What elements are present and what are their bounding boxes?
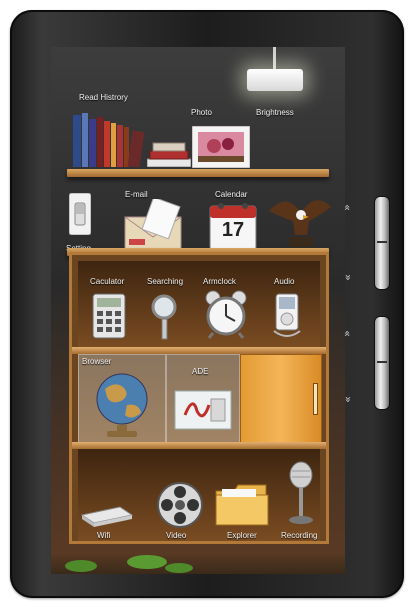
calculator-label[interactable]: Caculator — [90, 277, 124, 287]
recording-label[interactable]: Recording — [281, 531, 317, 541]
page-down-indicator: « — [340, 274, 354, 281]
photo-frame-icon[interactable] — [192, 126, 250, 168]
microphone-icon[interactable] — [286, 461, 316, 525]
page-rocker-upper[interactable] — [374, 196, 390, 290]
searching-label[interactable]: Searching — [147, 277, 183, 287]
next-indicator: « — [340, 396, 354, 403]
video-label[interactable]: Video — [166, 531, 186, 541]
router-icon[interactable] — [80, 505, 134, 527]
explorer-label[interactable]: Explorer — [227, 531, 257, 541]
pdf-icon — [174, 390, 232, 430]
alarm-label[interactable]: Armclock — [203, 277, 236, 287]
cabinet-door — [240, 354, 322, 444]
page-up-indicator: « — [340, 204, 354, 211]
magnifier-icon[interactable] — [150, 293, 182, 341]
alarm-clock-icon[interactable] — [205, 289, 247, 339]
ereader-device: Brightness Read Histrory Photo E-mail Ca… — [10, 10, 404, 598]
app-cabinet: Caculator Searching Armclock Audio Brows… — [69, 252, 329, 544]
ipod-icon[interactable] — [270, 293, 304, 341]
books-icon[interactable] — [71, 109, 145, 167]
globe-icon — [96, 373, 148, 437]
ade-tile[interactable]: ADE — [166, 354, 240, 444]
wifi-label[interactable]: Wifi — [97, 531, 110, 541]
ade-label: ADE — [192, 367, 209, 376]
envelope-icon[interactable] — [121, 199, 189, 251]
film-reel-icon[interactable] — [152, 481, 208, 529]
read-history-label[interactable]: Read Histrory — [79, 93, 128, 103]
plant-leaves-icon — [65, 555, 193, 573]
calculator-icon[interactable] — [92, 293, 126, 339]
calendar-label[interactable]: Calendar — [215, 190, 247, 200]
top-shelf — [67, 169, 329, 177]
eagle-icon — [269, 200, 331, 247]
ceiling-lamp-icon[interactable] — [247, 47, 303, 95]
page-rocker-lower[interactable] — [374, 316, 390, 410]
stacked-books-icon — [147, 142, 191, 167]
light-switch-icon[interactable] — [69, 193, 91, 235]
calendar-icon[interactable]: 17 — [209, 202, 257, 250]
home-screen: Brightness Read Histrory Photo E-mail Ca… — [51, 47, 345, 574]
cabinet-divider — [72, 442, 326, 449]
photo-label[interactable]: Photo — [191, 108, 212, 118]
cabinet-divider — [72, 347, 326, 354]
floor — [51, 552, 345, 574]
prev-indicator: « — [340, 330, 354, 337]
folder-icon[interactable] — [214, 483, 270, 527]
brightness-label[interactable]: Brightness — [256, 108, 294, 118]
audio-label[interactable]: Audio — [274, 277, 294, 287]
calendar-day: 17 — [221, 219, 245, 241]
browser-label: Browser — [82, 357, 112, 366]
door-handle — [313, 383, 318, 415]
browser-tile[interactable]: Browser — [78, 354, 166, 444]
